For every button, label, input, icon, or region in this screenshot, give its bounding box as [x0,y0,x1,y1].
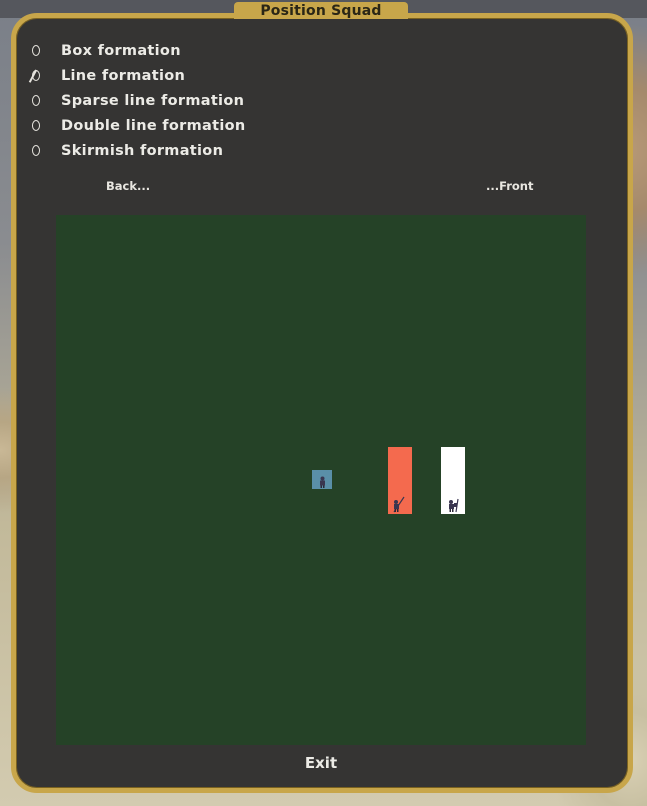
option-line-formation[interactable]: Line formation [28,63,246,88]
option-label: Box formation [61,42,181,59]
soldier-icon [393,496,405,513]
option-skirmish-formation[interactable]: Skirmish formation [30,138,246,163]
unit-white[interactable] [441,447,465,514]
radio-selected-icon[interactable] [28,63,42,88]
front-label: ...Front [486,179,534,193]
option-sparse-line-formation[interactable]: Sparse line formation [30,88,246,113]
option-label: Skirmish formation [61,142,224,159]
formation-field[interactable] [56,215,586,745]
formation-options: Box formation Line formation Sparse line… [28,38,246,163]
option-double-line-formation[interactable]: Double line formation [30,113,246,138]
unit-blue[interactable] [312,470,332,489]
option-label: Line formation [61,67,186,84]
soldier-icon [320,476,325,488]
radio-unselected-icon[interactable] [30,113,42,138]
radio-unselected-icon[interactable] [30,138,42,163]
soldier-icon [449,498,459,513]
unit-red[interactable] [388,447,412,514]
dialog-title: Position Squad [234,2,408,19]
option-label: Double line formation [61,117,246,134]
back-label: Back... [106,179,151,193]
radio-unselected-icon[interactable] [30,38,42,63]
option-label: Sparse line formation [61,92,245,109]
radio-unselected-icon[interactable] [30,88,42,113]
option-box-formation[interactable]: Box formation [30,38,246,63]
exit-button[interactable]: Exit [290,752,352,774]
